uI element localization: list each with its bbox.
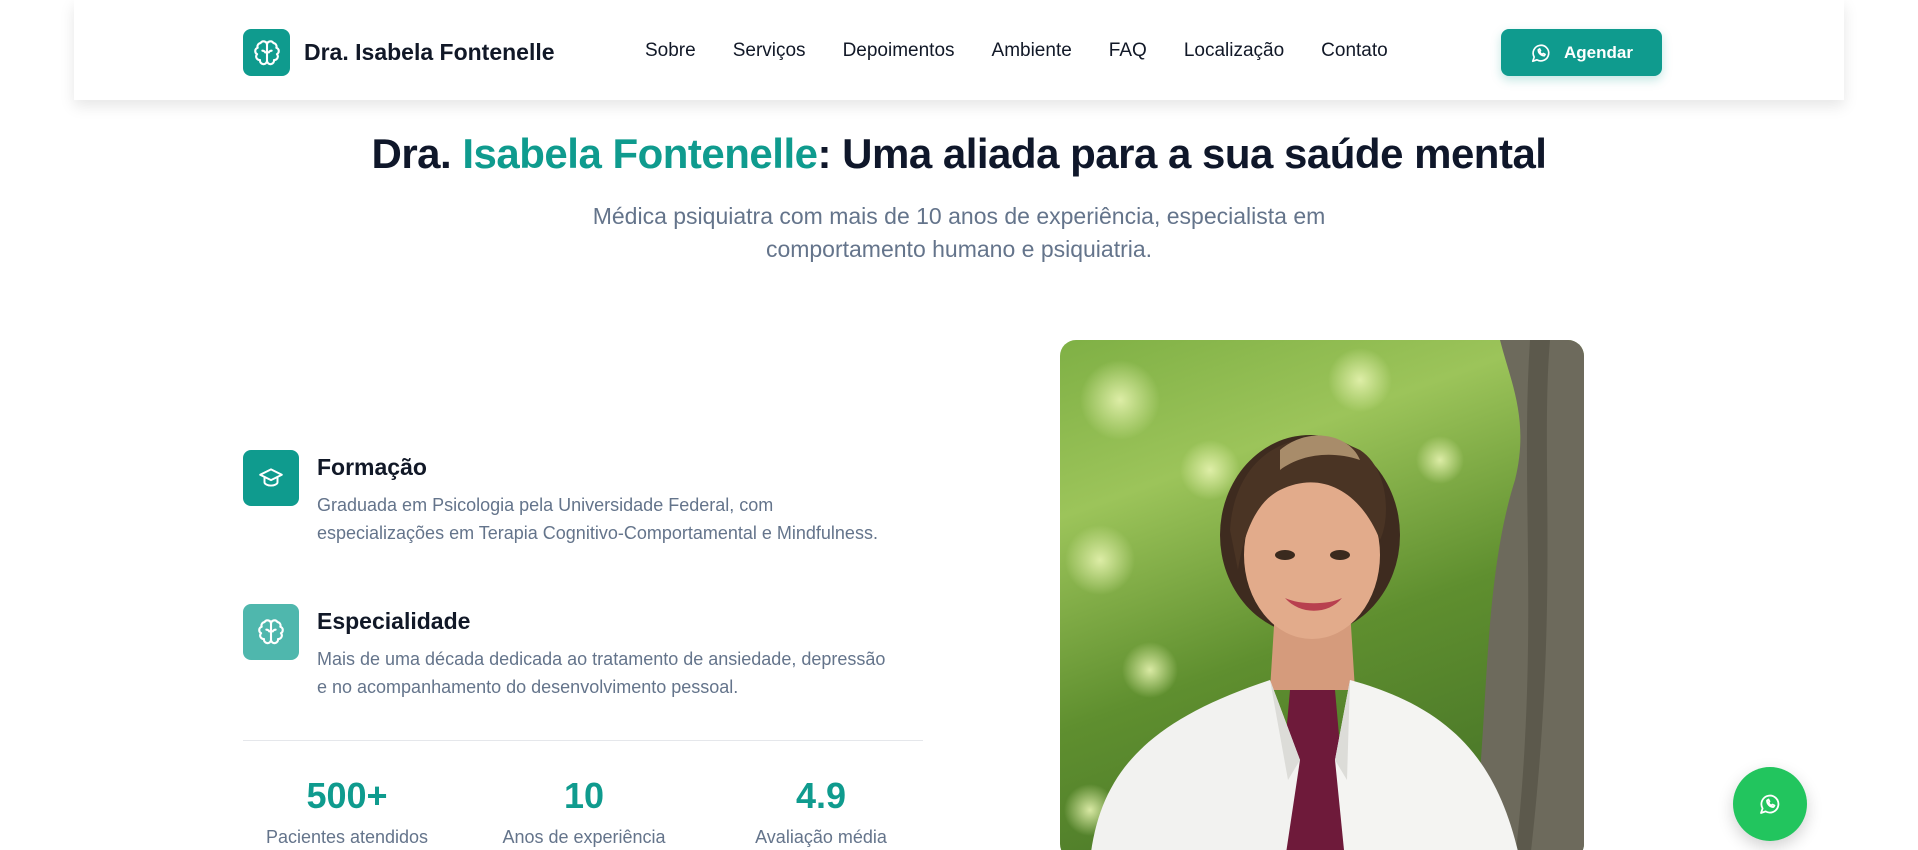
doctor-photo <box>1060 340 1584 850</box>
floating-whatsapp-button[interactable] <box>1733 767 1807 841</box>
stat-value: 500+ <box>306 775 388 816</box>
whatsapp-icon <box>1760 794 1780 814</box>
whatsapp-icon <box>1531 43 1550 62</box>
main-nav: Sobre Serviços Depoimentos Ambiente FAQ … <box>645 40 1425 62</box>
feature-title: Especialidade <box>317 608 471 634</box>
hero-subtitle: Médica psiquiatra com mais de 10 anos de… <box>592 203 1326 262</box>
stat-rating: 4.9 Avaliação média <box>701 775 941 848</box>
brain-icon <box>243 29 290 76</box>
divider <box>243 740 923 741</box>
schedule-button[interactable]: Agendar <box>1501 29 1662 76</box>
feature-especialidade: Especialidade Mais de uma década dedicad… <box>243 604 897 701</box>
graduation-cap-icon <box>243 450 299 506</box>
feature-formacao: Formação Graduada em Psicologia pela Uni… <box>243 450 897 547</box>
nav-item-faq[interactable]: FAQ <box>1109 40 1147 62</box>
feature-description: Mais de uma década dedicada ao tratament… <box>317 649 886 697</box>
brand-name: Dra. Isabela Fontenelle <box>304 39 555 65</box>
stat-value: 4.9 <box>795 775 847 816</box>
feature-title: Formação <box>317 454 427 480</box>
brain-icon <box>243 604 299 660</box>
site-header: Dra. Isabela Fontenelle Sobre Serviços D… <box>74 0 1844 100</box>
stat-years: 10 Anos de experiência <box>464 775 704 848</box>
nav-item-ambiente[interactable]: Ambiente <box>992 40 1072 62</box>
hero-title-accent: Isabela Fontenelle <box>462 130 818 177</box>
schedule-button-label: Agendar <box>1564 42 1633 62</box>
nav-item-depoimentos[interactable]: Depoimentos <box>843 40 955 62</box>
hero-title: Dra. Isabela Fontenelle: Uma aliada para… <box>0 130 1918 178</box>
nav-item-sobre[interactable]: Sobre <box>645 40 696 62</box>
hero-title-prefix: Dra. <box>371 130 463 177</box>
stat-label: Avaliação média <box>755 827 887 847</box>
nav-item-contato[interactable]: Contato <box>1321 40 1388 62</box>
nav-item-servicos[interactable]: Serviços <box>733 40 806 62</box>
brand[interactable]: Dra. Isabela Fontenelle <box>243 29 555 76</box>
stat-label: Anos de experiência <box>502 827 666 847</box>
hero-title-suffix: : Uma aliada para a sua saúde mental <box>817 130 1547 177</box>
stat-label: Pacientes atendidos <box>265 827 429 847</box>
stat-value: 10 <box>563 775 605 816</box>
feature-description: Graduada em Psicologia pela Universidade… <box>317 495 878 543</box>
stat-patients: 500+ Pacientes atendidos <box>227 775 467 848</box>
nav-item-localizacao[interactable]: Localização <box>1184 40 1284 62</box>
